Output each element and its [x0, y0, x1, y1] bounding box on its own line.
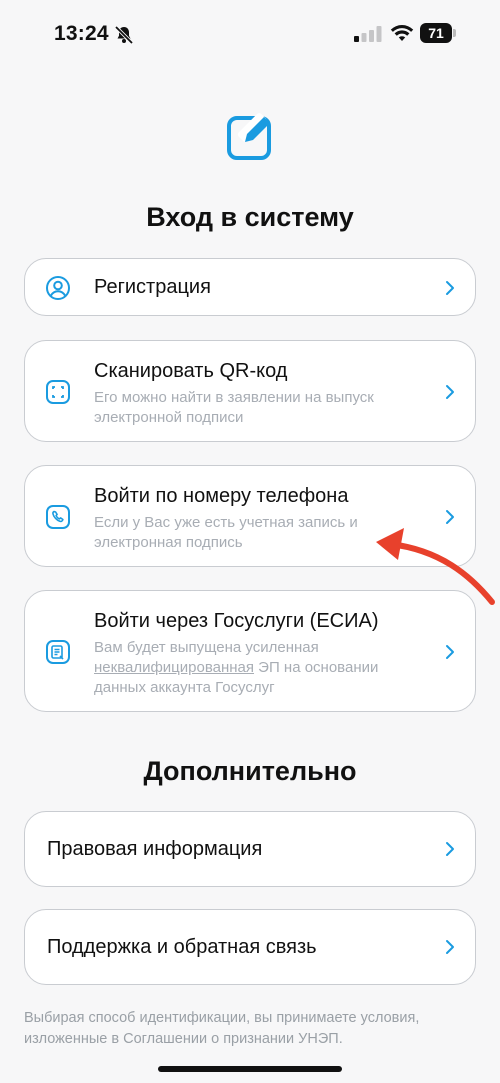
battery-tip: [453, 29, 456, 37]
gosuslugi-icon: [46, 640, 70, 664]
app-logo-icon: [227, 113, 271, 160]
chevron-right-icon: [446, 385, 454, 399]
chevron-right-icon: [446, 645, 454, 659]
agreement-footer-text: Выбирая способ идентификации, вы принима…: [24, 1010, 420, 1047]
user-icon: [46, 276, 70, 300]
home-indicator[interactable]: [158, 1066, 342, 1072]
unqualified-signature-link[interactable]: неквалифицированная: [94, 659, 254, 676]
register-title: Регистрация: [94, 276, 211, 298]
legal-info-title: Правовая информация: [47, 838, 263, 860]
status-bar: 13:24 71: [0, 0, 500, 66]
battery-level: 71: [420, 23, 452, 43]
chevron-right-icon: [446, 940, 454, 954]
gosuslugi-subtitle-start: Вам будет выпущена усиленная: [94, 639, 319, 656]
gosuslugi-login-subtitle: Вам будет выпущена усиленная неквалифици…: [94, 638, 414, 698]
gosuslugi-login-title: Войти через Госуслуги (ЕСИА): [94, 610, 379, 632]
chevron-right-icon: [446, 281, 454, 295]
bell-slash-icon: [114, 25, 134, 45]
scan-qr-title: Сканировать QR-код: [94, 360, 288, 382]
signal-icon: [354, 26, 382, 42]
phone-icon: [46, 505, 70, 529]
scan-qr-subtitle: Его можно найти в заявлении на выпуск эл…: [94, 389, 374, 426]
qr-scan-icon: [46, 380, 70, 404]
battery-icon: 71: [420, 23, 456, 43]
annotation-arrow-icon: [376, 528, 495, 605]
legal-info-card[interactable]: Правовая информация: [24, 811, 476, 887]
login-section-title: Вход в систему: [146, 202, 354, 232]
support-card[interactable]: Поддержка и обратная связь: [24, 909, 476, 985]
support-title: Поддержка и обратная связь: [47, 936, 317, 958]
register-card[interactable]: Регистрация: [24, 258, 476, 316]
chevron-right-icon: [446, 842, 454, 856]
status-time: 13:24: [54, 22, 109, 45]
phone-login-title: Войти по номеру телефона: [94, 485, 349, 507]
scan-qr-card[interactable]: Сканировать QR-код Его можно найти в зая…: [24, 340, 476, 442]
wifi-icon: [390, 25, 414, 41]
extra-section-title: Дополнительно: [143, 756, 357, 786]
